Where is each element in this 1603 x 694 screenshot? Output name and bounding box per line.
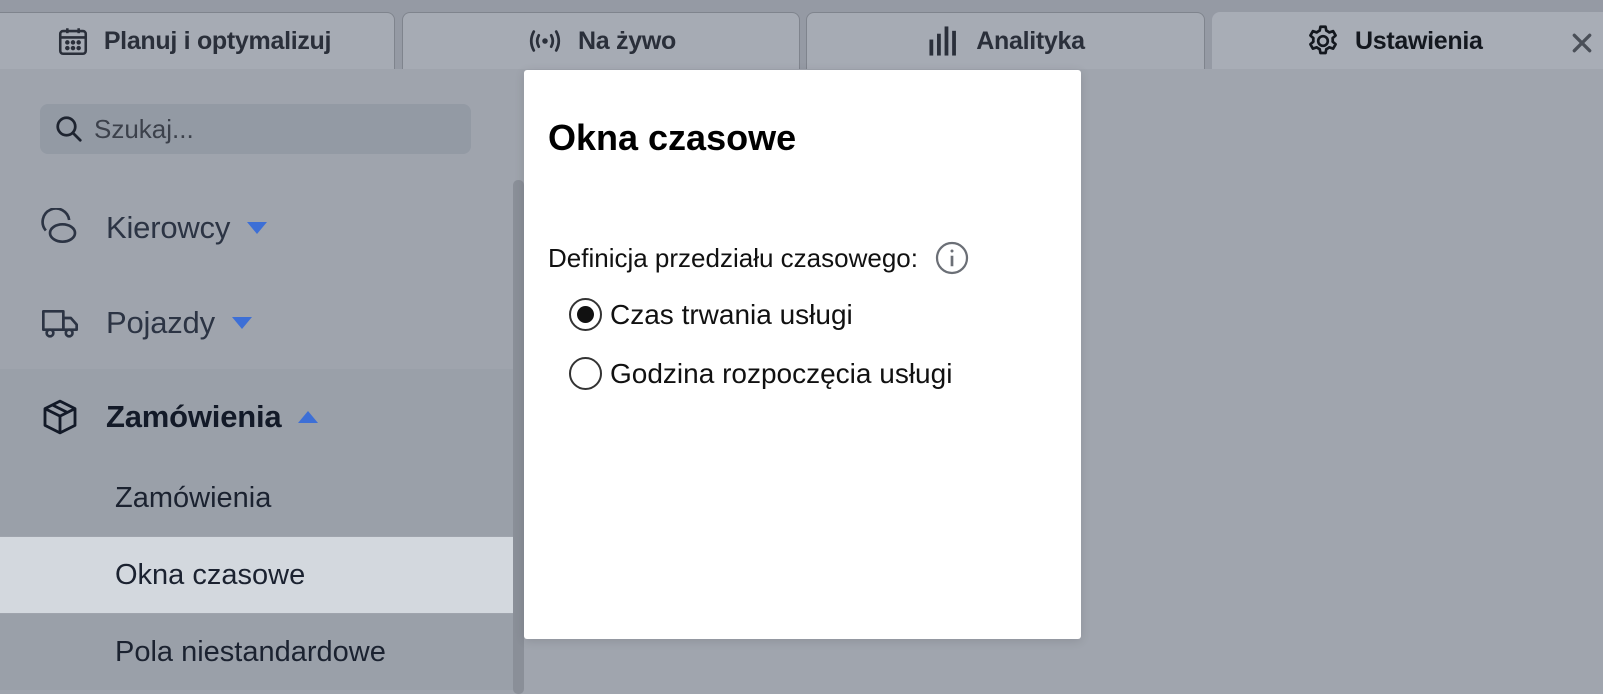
gear-icon [1309, 25, 1337, 55]
tab-label: Planuj i optymalizuj [103, 26, 332, 55]
radio-dot [577, 306, 594, 323]
dialog-title: Okna czasowe [548, 117, 797, 158]
tab-label: Ustawienia [1355, 26, 1483, 55]
sidebar-scrollbar[interactable] [513, 180, 524, 694]
package-icon [43, 399, 77, 434]
sidebar-subitem-label: Zamówienia [115, 481, 272, 514]
tab-plan-optimize[interactable]: Planuj i optymalizuj [0, 12, 395, 69]
driver-icon [41, 207, 77, 243]
sidebar-subitem-custom-fields[interactable]: Pola niestandardowe [0, 614, 523, 690]
sidebar-subitem-label: Pola niestandardowe [115, 635, 386, 668]
caret-up-icon [298, 410, 319, 423]
radio-label: Czas trwania usługi [610, 298, 853, 330]
sidebar-subitem-label: Okna czasowe [115, 558, 306, 591]
info-icon[interactable] [934, 240, 970, 276]
sidebar-subitem-time-windows[interactable]: Okna czasowe [0, 537, 523, 613]
search-box[interactable] [40, 104, 471, 154]
tab-live[interactable]: Na żywo [402, 12, 800, 69]
sidebar-item-label: Kierowcy [106, 209, 231, 245]
radio-option-service-duration[interactable]: Czas trwania usługi [569, 298, 853, 331]
sidebar-item-label: Zamówienia [106, 398, 282, 434]
bar-chart-icon [929, 26, 957, 56]
search-icon [56, 116, 82, 142]
sidebar-item-label: Pojazdy [106, 304, 215, 340]
tab-label: Analityka [976, 26, 1085, 55]
app-window: Planuj i optymalizuj Na żywo Analityka U… [0, 0, 1603, 694]
tab-analytics[interactable]: Analityka [806, 12, 1205, 69]
sidebar-subitem-orders[interactable]: Zamówienia [0, 460, 523, 536]
sidebar-item-drivers[interactable]: Kierowcy [0, 180, 513, 275]
tab-label: Na żywo [578, 26, 676, 55]
search-input[interactable] [94, 113, 454, 145]
field-label-text: Definicja przedziału czasowego: [548, 242, 918, 273]
radio-button-unchecked[interactable] [569, 357, 602, 390]
close-button[interactable] [1564, 25, 1600, 61]
sidebar-item-orders[interactable]: Zamówienia [0, 369, 513, 464]
caret-down-icon [231, 316, 252, 329]
broadcast-icon [529, 30, 561, 52]
close-icon [1572, 33, 1592, 53]
radio-option-service-start-time[interactable]: Godzina rozpoczęcia usługi [569, 357, 952, 390]
radio-label: Godzina rozpoczęcia usługi [610, 357, 953, 389]
truck-icon [42, 309, 78, 338]
time-window-definition-label: Definicja przedziału czasowego: [548, 240, 970, 276]
caret-down-icon [247, 221, 268, 234]
time-windows-dialog: Okna czasowe Definicja przedziału czasow… [524, 70, 1081, 639]
sidebar-item-vehicles[interactable]: Pojazdy [0, 275, 513, 370]
radio-button-checked[interactable] [569, 298, 602, 331]
tab-settings[interactable]: Ustawienia [1212, 12, 1603, 69]
tab-bar: Planuj i optymalizuj Na żywo Analityka U… [0, 0, 1603, 69]
calendar-icon [58, 28, 87, 56]
